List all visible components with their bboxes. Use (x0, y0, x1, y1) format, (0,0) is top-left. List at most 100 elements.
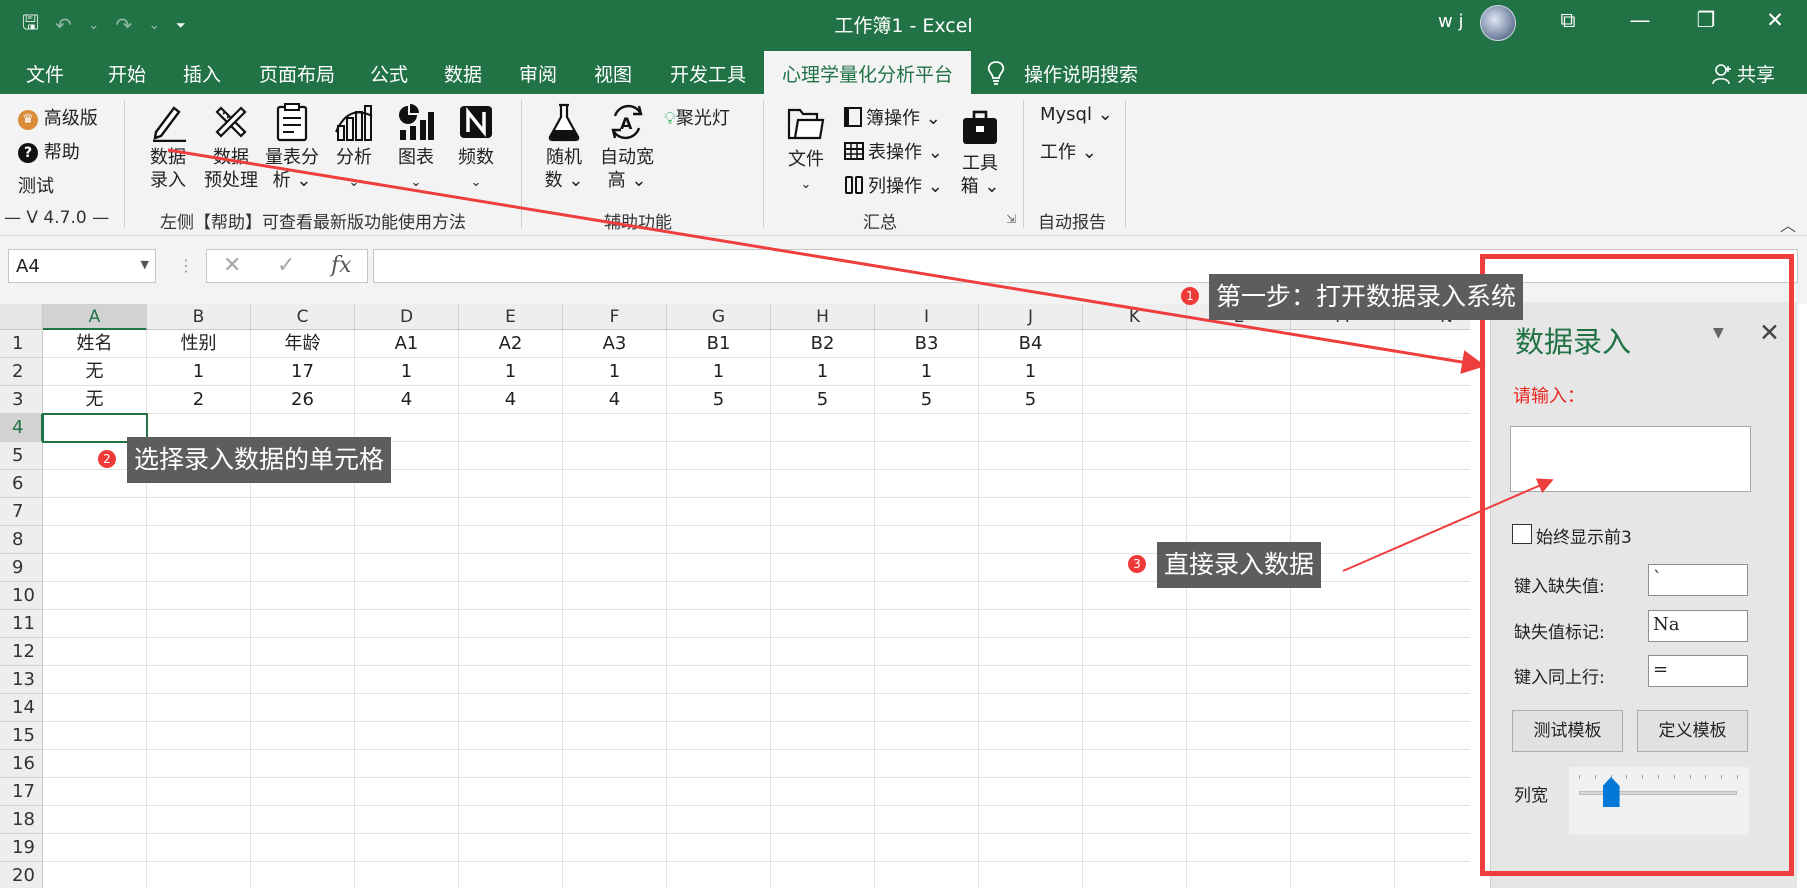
cell-h12[interactable] (771, 638, 875, 666)
cell-a3[interactable]: 无 (43, 386, 147, 414)
cell-n14[interactable] (1395, 694, 1470, 722)
cell-j4[interactable] (979, 414, 1083, 442)
cell-b9[interactable] (147, 554, 251, 582)
cell-g15[interactable] (667, 722, 771, 750)
row-header-8[interactable]: 8 (0, 526, 43, 554)
cell-j17[interactable] (979, 778, 1083, 806)
cell-k19[interactable] (1083, 834, 1187, 862)
name-box[interactable]: A4 ▼ (8, 249, 156, 283)
cell-n16[interactable] (1395, 750, 1470, 778)
cell-k20[interactable] (1083, 862, 1187, 888)
cell-l4[interactable] (1187, 414, 1291, 442)
cell-f10[interactable] (563, 582, 667, 610)
cell-e9[interactable] (459, 554, 563, 582)
avatar[interactable] (1480, 5, 1516, 41)
cell-j14[interactable] (979, 694, 1083, 722)
cell-a14[interactable] (43, 694, 147, 722)
cell-g2[interactable]: 1 (667, 358, 771, 386)
cell-e2[interactable]: 1 (459, 358, 563, 386)
cell-f4[interactable] (563, 414, 667, 442)
cell-m17[interactable] (1291, 778, 1395, 806)
tab-data[interactable]: 数据 (444, 60, 482, 87)
cell-c18[interactable] (251, 806, 355, 834)
cell-m13[interactable] (1291, 666, 1395, 694)
cell-l16[interactable] (1187, 750, 1291, 778)
cell-d9[interactable] (355, 554, 459, 582)
cell-b7[interactable] (147, 498, 251, 526)
cell-l13[interactable] (1187, 666, 1291, 694)
cell-e18[interactable] (459, 806, 563, 834)
column-header-j[interactable]: J (979, 304, 1083, 330)
cell-f12[interactable] (563, 638, 667, 666)
cell-a2[interactable]: 无 (43, 358, 147, 386)
cell-i17[interactable] (875, 778, 979, 806)
cell-j20[interactable] (979, 862, 1083, 888)
cell-h1[interactable]: B2 (771, 330, 875, 358)
toolbox-button[interactable]: 工具箱 ⌄ (952, 108, 1008, 198)
cell-b17[interactable] (147, 778, 251, 806)
cell-f7[interactable] (563, 498, 667, 526)
work-button[interactable]: 工作 ⌄ (1040, 138, 1097, 164)
cell-e4[interactable] (459, 414, 563, 442)
cell-l11[interactable] (1187, 610, 1291, 638)
cell-e12[interactable] (459, 638, 563, 666)
cell-j10[interactable] (979, 582, 1083, 610)
row-header-14[interactable]: 14 (0, 694, 43, 722)
row-header-11[interactable]: 11 (0, 610, 43, 638)
cell-m2[interactable] (1291, 358, 1395, 386)
cell-j13[interactable] (979, 666, 1083, 694)
cell-c3[interactable]: 26 (251, 386, 355, 414)
cell-n20[interactable] (1395, 862, 1470, 888)
sheet-ops-button[interactable]: 表操作 ⌄ (844, 138, 943, 164)
cell-h17[interactable] (771, 778, 875, 806)
row-header-19[interactable]: 19 (0, 834, 43, 862)
cell-e17[interactable] (459, 778, 563, 806)
cell-l3[interactable] (1187, 386, 1291, 414)
cell-i10[interactable] (875, 582, 979, 610)
cell-i7[interactable] (875, 498, 979, 526)
cell-n3[interactable] (1395, 386, 1470, 414)
tell-me-search[interactable]: 操作说明搜索 (1024, 60, 1138, 87)
cell-g11[interactable] (667, 610, 771, 638)
cell-l6[interactable] (1187, 470, 1291, 498)
tab-formulas[interactable]: 公式 (370, 60, 408, 87)
cell-m19[interactable] (1291, 834, 1395, 862)
cell-e14[interactable] (459, 694, 563, 722)
cell-b16[interactable] (147, 750, 251, 778)
row-header-18[interactable]: 18 (0, 806, 43, 834)
book-ops-button[interactable]: 簿操作 ⌄ (844, 104, 941, 130)
cell-a11[interactable] (43, 610, 147, 638)
cell-c15[interactable] (251, 722, 355, 750)
cell-m1[interactable] (1291, 330, 1395, 358)
cell-d7[interactable] (355, 498, 459, 526)
help-button[interactable]: ? 帮助 (18, 138, 80, 164)
cell-g10[interactable] (667, 582, 771, 610)
cell-i13[interactable] (875, 666, 979, 694)
cell-j16[interactable] (979, 750, 1083, 778)
cell-l1[interactable] (1187, 330, 1291, 358)
cell-n13[interactable] (1395, 666, 1470, 694)
cell-f6[interactable] (563, 470, 667, 498)
cell-f13[interactable] (563, 666, 667, 694)
cell-b11[interactable] (147, 610, 251, 638)
maximize-button[interactable]: ❐ (1686, 8, 1726, 32)
column-header-i[interactable]: I (875, 304, 979, 330)
cell-a8[interactable] (43, 526, 147, 554)
cell-g5[interactable] (667, 442, 771, 470)
cell-n8[interactable] (1395, 526, 1470, 554)
cell-l20[interactable] (1187, 862, 1291, 888)
cell-g20[interactable] (667, 862, 771, 888)
cell-l7[interactable] (1187, 498, 1291, 526)
cell-g18[interactable] (667, 806, 771, 834)
cancel-icon[interactable]: ✕ (223, 253, 241, 278)
cell-f14[interactable] (563, 694, 667, 722)
cell-k15[interactable] (1083, 722, 1187, 750)
cell-b3[interactable]: 2 (147, 386, 251, 414)
cell-l17[interactable] (1187, 778, 1291, 806)
cell-i5[interactable] (875, 442, 979, 470)
insert-function-icon[interactable]: fx (331, 253, 352, 278)
lightbulb-icon[interactable] (986, 60, 1006, 91)
cell-i11[interactable] (875, 610, 979, 638)
cell-h15[interactable] (771, 722, 875, 750)
column-header-d[interactable]: D (355, 304, 459, 330)
